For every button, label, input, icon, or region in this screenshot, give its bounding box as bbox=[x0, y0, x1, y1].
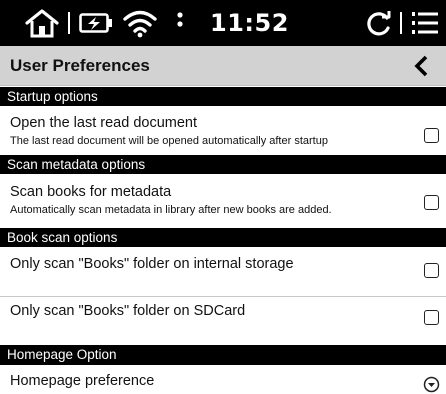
refresh-icon[interactable] bbox=[364, 0, 394, 46]
status-time: 11:52 bbox=[210, 9, 289, 37]
status-separator bbox=[400, 12, 402, 34]
setting-subtitle: The last read document will be opened au… bbox=[10, 135, 328, 147]
setting-row-homepage-preference[interactable]: Homepage preference bbox=[0, 365, 446, 394]
status-separator bbox=[68, 12, 70, 34]
title-bar: User Preferences bbox=[0, 46, 446, 86]
menu-list-icon[interactable] bbox=[410, 0, 440, 46]
setting-row-open-last-document[interactable]: Open the last read document The last rea… bbox=[0, 106, 446, 155]
section-header-startup: Startup options bbox=[0, 87, 446, 106]
home-icon[interactable] bbox=[24, 0, 60, 46]
page-title: User Preferences bbox=[10, 56, 150, 75]
chevron-left-icon[interactable] bbox=[410, 54, 434, 78]
setting-row-scan-metadata[interactable]: Scan books for metadata Automatically sc… bbox=[0, 174, 446, 224]
more-vertical-icon[interactable] bbox=[174, 0, 186, 46]
setting-title: Open the last read document bbox=[10, 115, 198, 131]
setting-title: Homepage preference bbox=[10, 373, 155, 389]
setting-row-scan-sdcard[interactable]: Only scan "Books" folder on SDCard bbox=[0, 297, 446, 345]
setting-title: Scan books for metadata bbox=[10, 184, 172, 200]
setting-title: Only scan "Books" folder on internal sto… bbox=[10, 256, 294, 272]
battery-charging-icon bbox=[78, 0, 114, 46]
dropdown-arrow-icon[interactable] bbox=[423, 376, 440, 393]
setting-subtitle: Automatically scan metadata in library a… bbox=[10, 204, 332, 216]
scan-internal-checkbox[interactable] bbox=[424, 263, 439, 278]
status-bar: 11:52 bbox=[0, 0, 446, 46]
scan-metadata-checkbox[interactable] bbox=[424, 195, 439, 210]
section-header-homepage: Homepage Option bbox=[0, 345, 446, 365]
setting-title: Only scan "Books" folder on SDCard bbox=[10, 303, 246, 319]
section-header-scan-metadata: Scan metadata options bbox=[0, 155, 446, 174]
wifi-icon bbox=[120, 0, 160, 46]
setting-row-scan-internal[interactable]: Only scan "Books" folder on internal sto… bbox=[0, 247, 446, 296]
scan-sdcard-checkbox[interactable] bbox=[424, 310, 439, 325]
open-last-document-checkbox[interactable] bbox=[424, 128, 439, 143]
section-header-book-scan: Book scan options bbox=[0, 228, 446, 247]
